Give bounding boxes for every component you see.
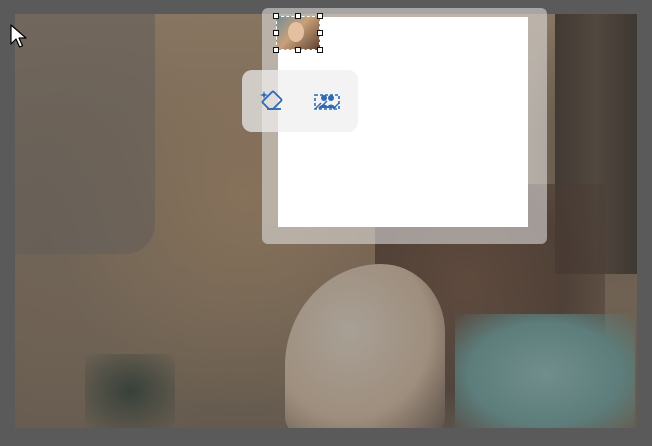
resize-handle-top-left[interactable] xyxy=(273,13,279,19)
selection-frame xyxy=(276,16,320,50)
remove-background-people-icon xyxy=(314,94,340,110)
resize-handle-right[interactable] xyxy=(317,30,323,36)
resize-handle-bottom-left[interactable] xyxy=(273,47,279,53)
resize-handle-top[interactable] xyxy=(295,13,301,19)
resize-handle-bottom-right[interactable] xyxy=(317,47,323,53)
floating-toolbar xyxy=(242,70,358,132)
resize-handle-bottom[interactable] xyxy=(295,47,301,53)
mouse-pointer-icon xyxy=(10,24,27,48)
layer-thumbnail[interactable] xyxy=(273,13,323,53)
resize-handle-top-right[interactable] xyxy=(317,13,323,19)
resize-handle-left[interactable] xyxy=(273,30,279,36)
magic-eraser-icon xyxy=(260,90,283,110)
magic-eraser-button[interactable] xyxy=(254,82,292,120)
remove-background-button[interactable] xyxy=(308,82,346,120)
